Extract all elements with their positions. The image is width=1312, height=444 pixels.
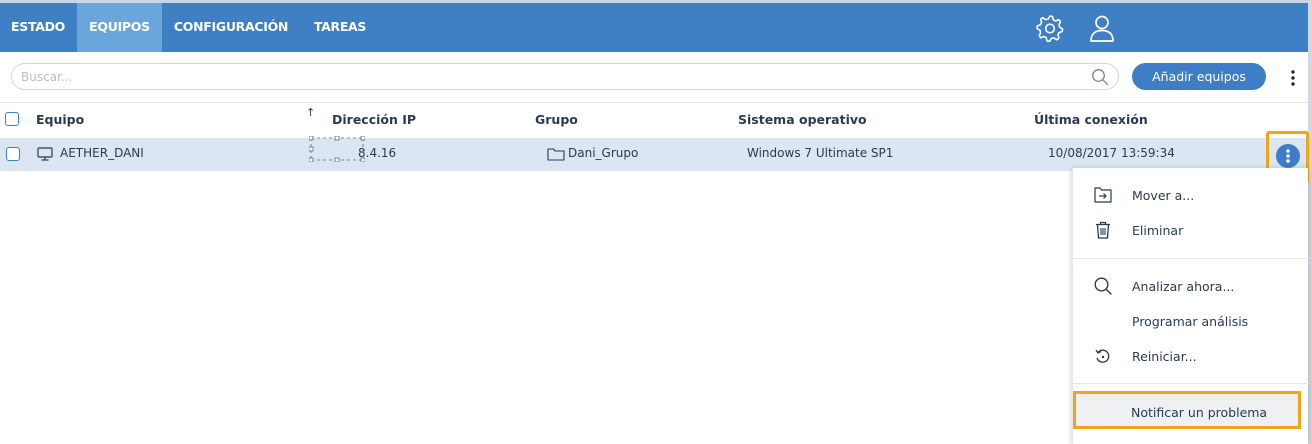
more-options-icon[interactable] [1288, 69, 1298, 87]
menu-item-programar[interactable]: Programar análisis [1073, 304, 1309, 338]
column-header-ultima-conexion[interactable]: Última conexión [1034, 112, 1148, 127]
column-header-equipo[interactable]: Equipo [36, 112, 84, 127]
menu-item-label: Eliminar [1132, 223, 1184, 238]
move-to-icon [1094, 187, 1112, 203]
add-devices-button[interactable]: Añadir equipos [1132, 63, 1266, 90]
row-checkbox[interactable] [6, 147, 20, 161]
menu-item-label: Notificar un problema [1131, 405, 1268, 420]
tab-configuracion[interactable]: CONFIGURACIÓN [168, 3, 294, 52]
column-header-ip[interactable]: Dirección IP [332, 112, 416, 127]
device-ip: 8.4.16 [358, 146, 397, 160]
sort-ascending-icon[interactable]: ↑ [306, 106, 315, 119]
menu-item-label: Programar análisis [1132, 314, 1249, 329]
column-header-grupo[interactable]: Grupo [535, 112, 578, 127]
table-header: Equipo ↑ Dirección IP Grupo Sistema oper… [0, 102, 1308, 138]
top-nav-bar: ESTADO EQUIPOS CONFIGURACIÓN TAREAS [0, 0, 1308, 52]
device-os: Windows 7 Ultimate SP1 [747, 146, 894, 160]
trash-icon [1096, 221, 1110, 239]
menu-item-label: Reiniciar... [1132, 349, 1197, 364]
search-icon [1094, 277, 1112, 295]
table-row[interactable]: AETHER_DANI 8.4.16 Dani_Grupo Windows 7 … [0, 138, 1308, 171]
search-icon[interactable] [1091, 68, 1109, 86]
menu-item-analizar[interactable]: Analizar ahora... [1073, 269, 1309, 303]
menu-item-reiniciar[interactable]: Reiniciar... [1073, 339, 1309, 373]
menu-item-eliminar[interactable]: Eliminar [1073, 213, 1309, 247]
search-input[interactable] [12, 64, 1082, 89]
folder-icon [547, 148, 565, 161]
gear-icon[interactable] [1035, 13, 1065, 43]
menu-item-label: Analizar ahora... [1132, 279, 1235, 294]
restart-icon [1095, 349, 1110, 363]
menu-item-mover[interactable]: Mover a... [1073, 178, 1309, 212]
search-box[interactable] [11, 63, 1119, 90]
toolbar: Añadir equipos [0, 52, 1308, 102]
tab-estado[interactable]: ESTADO [0, 3, 76, 52]
menu-item-notificar-problema[interactable]: Notificar un problema [1073, 391, 1301, 429]
column-header-so[interactable]: Sistema operativo [738, 112, 867, 127]
device-group: Dani_Grupo [568, 146, 639, 160]
tab-tareas[interactable]: TAREAS [304, 3, 376, 52]
device-last-connection: 10/08/2017 13:59:34 [1048, 146, 1175, 160]
menu-divider [1073, 258, 1309, 259]
computer-icon [37, 147, 53, 161]
menu-divider [1073, 383, 1309, 384]
user-icon[interactable] [1087, 13, 1117, 43]
menu-item-label: Mover a... [1132, 188, 1195, 203]
select-all-checkbox[interactable] [5, 112, 19, 126]
tab-equipos[interactable]: EQUIPOS [77, 3, 162, 52]
device-name[interactable]: AETHER_DANI [60, 146, 144, 160]
